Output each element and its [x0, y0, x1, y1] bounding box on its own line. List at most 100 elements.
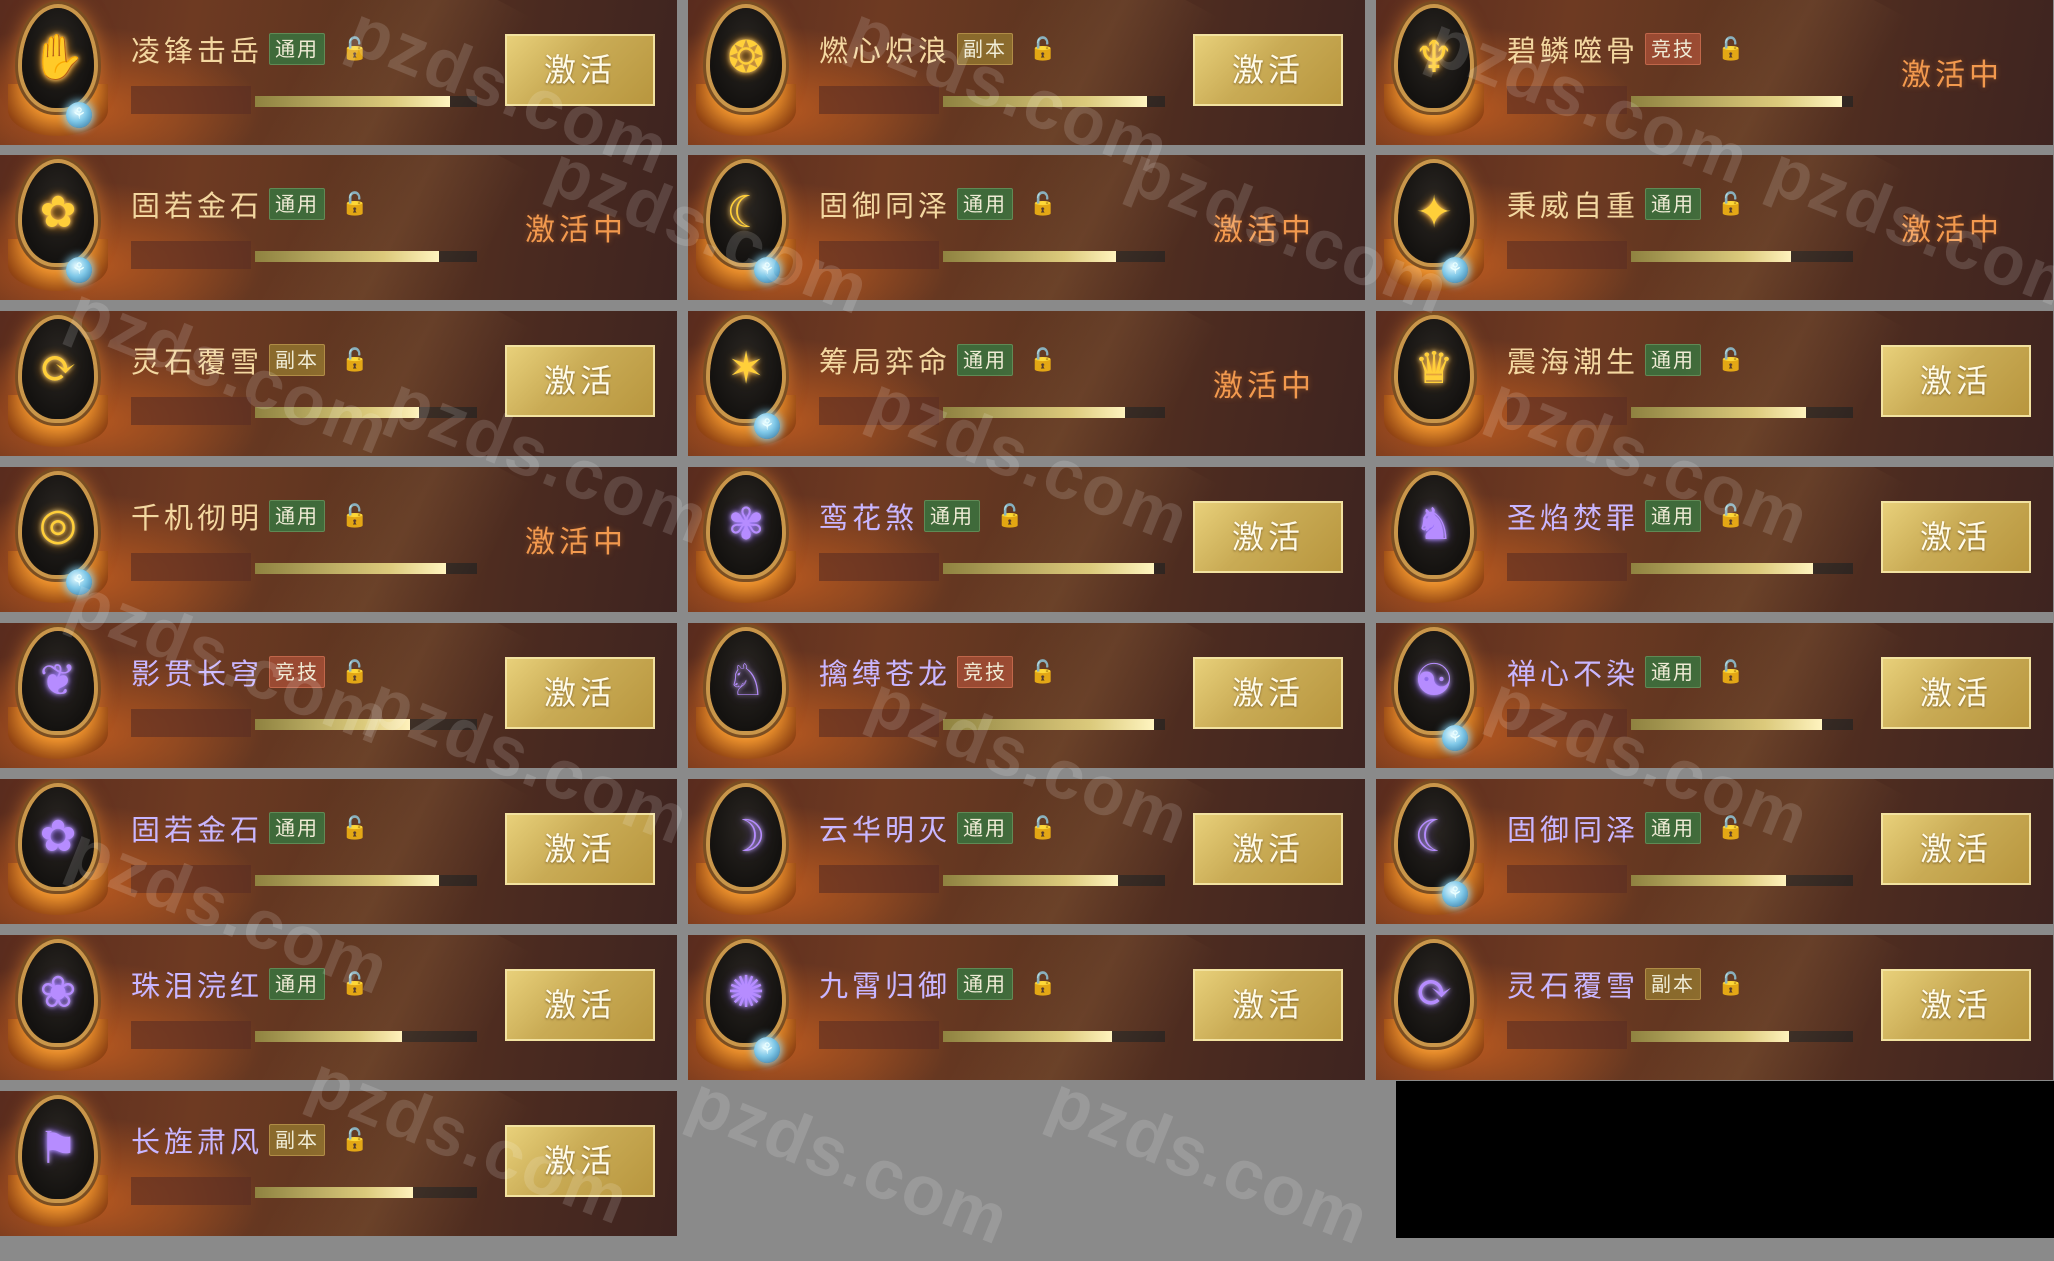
activate-button[interactable]: 激活: [1881, 969, 2031, 1041]
lock-icon[interactable]: 🔓: [341, 1125, 368, 1155]
mode-tag-badge: 通用: [957, 968, 1013, 1000]
activate-button[interactable]: 激活: [1881, 345, 2031, 417]
lock-icon[interactable]: 🔓: [1717, 501, 1744, 531]
talent-emblem-icon: ♆: [1384, 6, 1484, 138]
progress-bar: [1631, 563, 1853, 574]
activate-button[interactable]: 激活: [1881, 657, 2031, 729]
activated-status-label: 激活中: [1901, 58, 2003, 93]
lock-icon[interactable]: 🔓: [1029, 34, 1056, 64]
redacted-name-bar: [131, 86, 251, 114]
redacted-name-bar: [131, 1021, 251, 1049]
talent-emblem-icon: ❦: [8, 629, 108, 761]
lock-icon[interactable]: 🔓: [341, 969, 368, 999]
activate-button[interactable]: 激活: [1193, 34, 1343, 106]
lock-icon[interactable]: 🔓: [341, 345, 368, 375]
talent-symbol-icon: ♆: [1414, 33, 1454, 82]
lock-icon[interactable]: 🔓: [341, 34, 368, 64]
lock-icon[interactable]: 🔓: [1717, 345, 1744, 375]
progress-bar: [255, 96, 477, 107]
gem-badge-icon: ⚘: [1442, 881, 1468, 907]
talent-symbol-icon: ◎: [38, 500, 78, 549]
activated-status-label: 激活中: [1901, 213, 2003, 248]
talent-name: 固御同泽: [819, 189, 952, 223]
progress-fill: [255, 1031, 402, 1042]
talent-name: 秉威自重: [1507, 189, 1640, 223]
talent-emblem-icon: ♞: [1384, 473, 1484, 605]
talent-name: 灵石覆雪: [1507, 969, 1640, 1003]
mode-tag-badge: 副本: [269, 1124, 325, 1156]
activate-button[interactable]: 激活: [1881, 813, 2031, 885]
activated-status-label: 激活中: [525, 213, 627, 248]
talent-emblem-icon: ✶ ⚘: [696, 317, 796, 449]
redacted-name-bar: [131, 241, 251, 269]
activate-button[interactable]: 激活: [1193, 813, 1343, 885]
activate-button[interactable]: 激活: [505, 345, 655, 417]
talent-symbol-icon: ✋: [30, 33, 86, 82]
redacted-name-bar: [131, 553, 251, 581]
activate-button[interactable]: 激活: [1193, 657, 1343, 729]
lock-icon[interactable]: 🔓: [341, 501, 368, 531]
lock-icon[interactable]: 🔓: [341, 813, 368, 843]
talent-emblem-icon: ✦ ⚘: [1384, 161, 1484, 293]
lock-icon[interactable]: 🔓: [1717, 657, 1744, 687]
progress-bar: [943, 96, 1165, 107]
lock-icon[interactable]: 🔓: [1717, 969, 1744, 999]
lock-icon[interactable]: 🔓: [1717, 813, 1744, 843]
redacted-name-bar: [819, 86, 939, 114]
talent-symbol-icon: ♞: [1414, 500, 1454, 549]
activate-button[interactable]: 激活: [505, 657, 655, 729]
redacted-name-bar: [131, 709, 251, 737]
talent-emblem-icon: ☾ ⚘: [1384, 785, 1484, 917]
progress-fill: [255, 719, 411, 730]
activate-button[interactable]: 激活: [1193, 501, 1343, 573]
lock-icon[interactable]: 🔓: [1029, 813, 1056, 843]
talent-card: ☽ 云华明灭 通用 🔓 激活: [688, 779, 1365, 924]
lock-icon[interactable]: 🔓: [1029, 657, 1056, 687]
talent-name: 震海潮生: [1507, 345, 1640, 379]
talent-emblem-icon: ✿: [8, 785, 108, 917]
talent-card: ♞ 圣焰焚罪 通用 🔓 激活: [1376, 467, 2053, 612]
progress-fill: [943, 875, 1119, 886]
redacted-name-bar: [1507, 397, 1627, 425]
talent-name: 影贯长穹: [131, 657, 264, 691]
progress-bar: [255, 1187, 477, 1198]
activate-button[interactable]: 激活: [505, 969, 655, 1041]
activate-button[interactable]: 激活: [505, 34, 655, 106]
talent-name: 九霄归御: [819, 969, 952, 1003]
redacted-name-bar: [819, 553, 939, 581]
talent-card: ⚑ 长旌肃风 副本 🔓 激活: [0, 1091, 677, 1236]
talent-name: 禅心不染: [1507, 657, 1640, 691]
redacted-name-bar: [131, 1177, 251, 1205]
lock-icon[interactable]: 🔓: [996, 501, 1023, 531]
talent-symbol-icon: ✿: [39, 812, 77, 861]
progress-fill: [943, 1031, 1112, 1042]
mode-tag-badge: 通用: [269, 188, 325, 220]
mode-tag-badge: 通用: [269, 33, 325, 65]
lock-icon[interactable]: 🔓: [1029, 345, 1056, 375]
talent-symbol-icon: ♛: [1414, 344, 1454, 393]
talent-symbol-icon: ☯: [1414, 656, 1454, 705]
talent-symbol-icon: ❀: [39, 968, 77, 1017]
redacted-name-bar: [1507, 1021, 1627, 1049]
lock-icon[interactable]: 🔓: [1717, 34, 1744, 64]
activate-button[interactable]: 激活: [1881, 501, 2031, 573]
activate-button[interactable]: 激活: [505, 1125, 655, 1197]
talent-symbol-icon: ✦: [1415, 188, 1453, 237]
lock-icon[interactable]: 🔓: [1029, 969, 1056, 999]
talent-name: 珠泪浣红: [131, 969, 264, 1003]
lock-icon[interactable]: 🔓: [341, 657, 368, 687]
lock-icon[interactable]: 🔓: [1029, 189, 1056, 219]
gem-badge-icon: ⚘: [66, 257, 92, 283]
progress-fill: [1631, 407, 1807, 418]
activate-button[interactable]: 激活: [505, 813, 655, 885]
lock-icon[interactable]: 🔓: [341, 189, 368, 219]
progress-bar: [255, 875, 477, 886]
talent-emblem-icon: ❀: [8, 941, 108, 1073]
talent-card: ❂ 燃心炽浪 副本 🔓 激活: [688, 0, 1365, 145]
lock-icon[interactable]: 🔓: [1717, 189, 1744, 219]
talent-symbol-icon: ❂: [727, 33, 765, 82]
gem-badge-icon: ⚘: [66, 569, 92, 595]
progress-bar: [1631, 719, 1853, 730]
redacted-name-bar: [1507, 553, 1627, 581]
activate-button[interactable]: 激活: [1193, 969, 1343, 1041]
